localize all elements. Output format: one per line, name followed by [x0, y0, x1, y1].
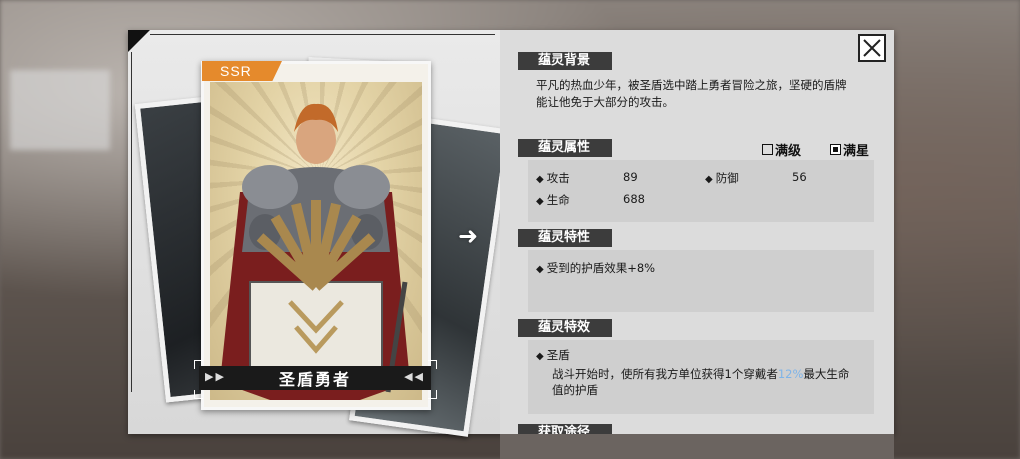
- diamond-bullet-icon: ◆: [705, 174, 713, 185]
- checkbox-checked-icon: [830, 144, 841, 155]
- close-button[interactable]: [858, 34, 886, 62]
- rarity-tag: SSR: [202, 61, 282, 81]
- attack-label: 攻击: [546, 171, 570, 185]
- trait-text: 受到的护盾效果+8%: [546, 261, 656, 275]
- diamond-bullet-icon: ◆: [536, 264, 544, 275]
- attributes-body: [528, 160, 874, 222]
- corner-decoration: [128, 30, 150, 52]
- close-icon: [863, 39, 881, 57]
- effect-desc-part2: 最大生命: [803, 367, 850, 381]
- defense-value: 56: [792, 170, 807, 184]
- double-chevron-right-icon: ▶▶: [205, 370, 226, 383]
- background-text-line2: 能让他免于大部分的攻击。: [536, 95, 674, 109]
- effect-item: ◆ 圣盾: [536, 347, 570, 363]
- left-divider: [131, 52, 132, 392]
- top-divider: [150, 34, 495, 35]
- arrow-right-icon[interactable]: ➜: [458, 224, 492, 248]
- section-header-traits: 蕴灵特性: [518, 229, 612, 247]
- background-text-line1: 平凡的热血少年，被圣盾选中踏上勇者冒险之旅，坚硬的盾牌: [536, 78, 847, 92]
- trait-item: ◆ 受到的护盾效果+8%: [536, 260, 655, 276]
- effect-highlight-value: 12%: [777, 367, 804, 381]
- effect-name: 圣盾: [546, 348, 570, 362]
- attack-value: 89: [623, 170, 638, 184]
- attack-stat: ◆ 攻击: [536, 170, 570, 186]
- section-header-background: 蕴灵背景: [518, 52, 612, 70]
- double-chevron-left-icon: ◀◀: [404, 370, 425, 383]
- defense-stat: ◆ 防御: [705, 170, 739, 186]
- section-header-effects: 蕴灵特效: [518, 319, 612, 337]
- diamond-bullet-icon: ◆: [536, 351, 544, 362]
- frame-corner: [428, 390, 437, 399]
- background-window: [10, 70, 110, 150]
- effect-desc-line2: 值的护盾: [552, 383, 598, 397]
- max-level-toggle[interactable]: 满级: [762, 140, 801, 159]
- effect-desc-line1: 战斗开始时，使所有我方单位获得1个穿戴者12%最大生命: [552, 366, 849, 382]
- max-star-toggle[interactable]: 满星: [830, 140, 869, 159]
- hero-name-banner: ▶▶ 圣盾勇者 ◀◀: [199, 366, 431, 390]
- hero-name: 圣盾勇者: [278, 370, 351, 389]
- diamond-bullet-icon: ◆: [536, 196, 544, 207]
- max-star-label: 满星: [843, 144, 870, 159]
- diamond-bullet-icon: ◆: [536, 174, 544, 185]
- hero-artwork: [210, 82, 422, 400]
- hp-stat: ◆ 生命: [536, 192, 570, 208]
- section-header-attributes: 蕴灵属性: [518, 139, 612, 157]
- hp-label: 生命: [546, 193, 570, 207]
- max-level-label: 满级: [775, 144, 802, 159]
- hero-card: [201, 61, 431, 410]
- hero-illustration: [220, 103, 410, 400]
- effect-desc-part1: 战斗开始时，使所有我方单位获得1个穿戴者: [552, 367, 778, 381]
- hp-value: 688: [623, 192, 645, 206]
- checkbox-empty-icon: [762, 144, 773, 155]
- panel-clip: [500, 434, 894, 459]
- defense-label: 防御: [715, 171, 739, 185]
- frame-corner: [194, 390, 203, 399]
